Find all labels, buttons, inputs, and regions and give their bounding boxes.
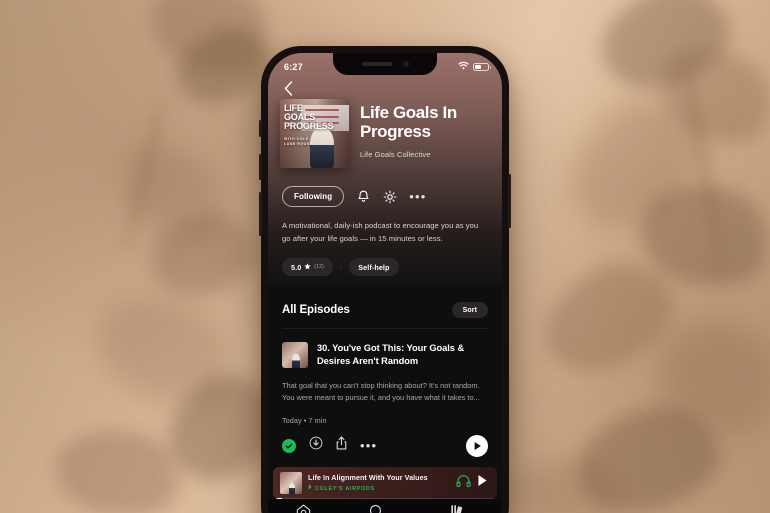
phone-device: 6:27 LIFE GOALS PROGRESS WITH COLE LANE … xyxy=(259,46,511,513)
leaf-shadow xyxy=(48,419,187,513)
episode-actions: ••• xyxy=(282,425,488,458)
now-playing-title: Life In Alignment With Your Values xyxy=(308,472,428,482)
cover-title-text: LIFE GOALS PROGRESS xyxy=(284,103,345,132)
tab-home[interactable]: Home xyxy=(295,504,312,513)
sort-button[interactable]: Sort xyxy=(451,302,488,319)
gear-icon[interactable] xyxy=(382,189,398,205)
episodes-section: All Episodes Sort 30. You've Got This: Y… xyxy=(268,286,502,458)
battery-icon xyxy=(473,62,491,71)
cover-credit-2: LANE ROUSE xyxy=(284,141,313,146)
headphones-icon[interactable] xyxy=(456,474,471,493)
episodes-title: All Episodes xyxy=(282,304,350,317)
tab-bar: Home Search xyxy=(268,499,502,513)
category-badge[interactable]: Self-help xyxy=(349,258,399,277)
front-camera xyxy=(402,61,409,67)
download-icon[interactable] xyxy=(309,436,323,455)
tab-search[interactable]: Search xyxy=(366,504,386,513)
power-button[interactable] xyxy=(508,174,511,228)
notch xyxy=(333,53,437,75)
episode-title: 30. You've Got This: Your Goals & Desire… xyxy=(317,343,465,367)
now-playing-device[interactable]: COLEY'S AIRPODS xyxy=(308,484,450,493)
show-meta: Life Goals In Progress Life Goals Collec… xyxy=(360,99,490,159)
wifi-icon xyxy=(458,61,469,72)
cover-person xyxy=(310,127,334,168)
silent-switch[interactable] xyxy=(259,120,262,137)
show-header: LIFE GOALS PROGRESS WITH COLE LANE ROUSE… xyxy=(268,53,502,287)
home-icon xyxy=(296,504,311,513)
podcast-cover-art: LIFE GOALS PROGRESS WITH COLE LANE ROUSE xyxy=(280,99,349,168)
show-actions: Following ••• xyxy=(280,168,490,207)
now-playing-thumbnail xyxy=(280,472,302,494)
earpiece-speaker xyxy=(361,62,392,66)
play-episode-button[interactable] xyxy=(466,435,488,458)
episode-meta: Today • 7 min xyxy=(282,416,327,426)
library-icon xyxy=(450,504,465,513)
now-playing-play-button[interactable] xyxy=(477,474,490,492)
cover-line-4: PROGRESS xyxy=(284,121,334,132)
search-icon xyxy=(369,504,384,513)
back-chevron-icon[interactable] xyxy=(279,79,297,97)
follow-button[interactable]: Following xyxy=(282,186,345,207)
show-author[interactable]: Life Goals Collective xyxy=(360,150,490,159)
episode-description: That goal that you can't stop thinking a… xyxy=(282,380,480,402)
rating-count: (12) xyxy=(314,264,324,271)
scene-background: 6:27 LIFE GOALS PROGRESS WITH COLE LANE … xyxy=(0,0,770,513)
status-time: 6:27 xyxy=(284,61,303,72)
scroll-content[interactable]: LIFE GOALS PROGRESS WITH COLE LANE ROUSE… xyxy=(268,53,502,513)
phone-screen: 6:27 LIFE GOALS PROGRESS WITH COLE LANE … xyxy=(268,53,502,513)
rating-value: 5.0 xyxy=(291,262,302,272)
pill-separator: · xyxy=(339,263,343,271)
show-tags: 5.0 (12) · Self-help xyxy=(280,245,490,277)
episode-thumbnail xyxy=(282,342,308,369)
now-playing-device-label: COLEY'S AIRPODS xyxy=(315,485,375,492)
now-playing-text: Life In Alignment With Your Values COLEY… xyxy=(308,473,450,494)
page-title: Life Goals In Progress xyxy=(360,103,457,142)
cover-credit: WITH COLE LANE ROUSE xyxy=(284,137,313,147)
share-icon[interactable] xyxy=(336,436,347,455)
now-playing-bar[interactable]: Life In Alignment With Your Values COLEY… xyxy=(273,467,497,499)
show-description: A motivational, daily-ish podcast to enc… xyxy=(282,221,479,243)
star-icon xyxy=(304,263,311,272)
rating-badge[interactable]: 5.0 (12) xyxy=(282,258,333,277)
tab-library[interactable]: Your Library xyxy=(441,504,475,513)
episodes-header: All Episodes Sort xyxy=(282,286,488,324)
check-circle-icon[interactable] xyxy=(282,438,296,453)
episode-item[interactable]: 30. You've Got This: Your Goals & Desire… xyxy=(282,329,488,458)
bluetooth-icon xyxy=(308,484,312,493)
bell-icon[interactable] xyxy=(355,189,371,205)
